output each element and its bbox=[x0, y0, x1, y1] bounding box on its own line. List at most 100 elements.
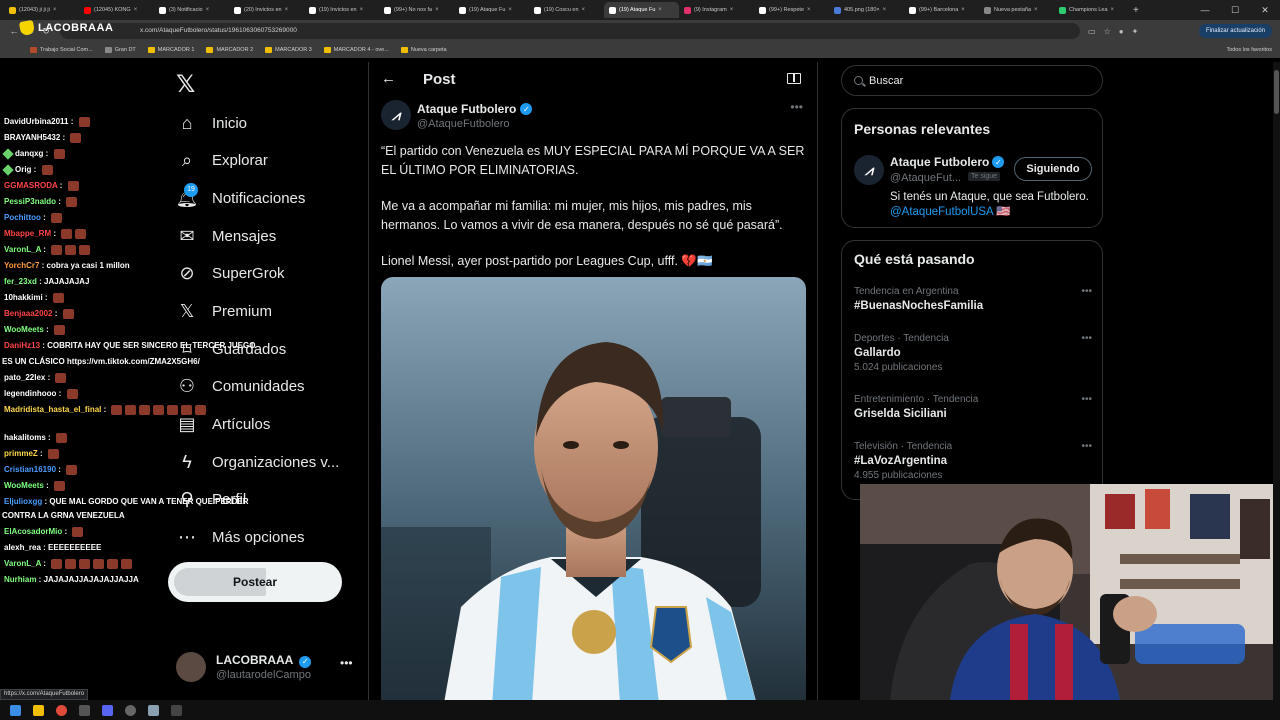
new-tab-button[interactable]: + bbox=[1133, 5, 1139, 16]
close-tab-icon[interactable]: × bbox=[730, 7, 734, 13]
bookmark-item[interactable]: Trabajo Social Com... bbox=[30, 47, 93, 53]
discord-icon[interactable] bbox=[102, 704, 113, 716]
x-logo-icon[interactable]: 𝕏 bbox=[176, 70, 195, 99]
more-icon[interactable]: ••• bbox=[790, 100, 803, 114]
bookmark-item[interactable]: Nueva carpeta bbox=[400, 47, 447, 53]
bio-link[interactable]: @AtaqueFutbolUSA bbox=[890, 206, 993, 218]
chat-username[interactable]: Nurhiam bbox=[4, 575, 36, 584]
close-tab-icon[interactable]: × bbox=[883, 7, 887, 13]
app-icon[interactable] bbox=[79, 704, 90, 716]
browser-tab[interactable]: (19) Ataque Fu × bbox=[604, 2, 679, 18]
puzzle-icon[interactable]: ✦ bbox=[1132, 27, 1139, 36]
more-icon[interactable]: ••• bbox=[1081, 333, 1092, 344]
browser-tab[interactable]: (99+) No nos fa × bbox=[379, 2, 454, 18]
browser-tab[interactable]: Nueva pestaña × bbox=[979, 2, 1054, 18]
browser-tab[interactable]: (12043) ji ji ji × bbox=[4, 2, 79, 18]
bookmark-item[interactable]: MARCADOR 4 - ove... bbox=[323, 47, 389, 53]
chat-username[interactable]: legendinhooo bbox=[4, 389, 56, 398]
windows-start-icon[interactable] bbox=[10, 704, 21, 716]
browser-tab[interactable]: (19) Invictos en × bbox=[304, 2, 379, 18]
chat-username[interactable]: Orig bbox=[15, 165, 31, 174]
browser-tab[interactable]: (12045) KONG × bbox=[79, 2, 154, 18]
trend-item[interactable]: Tendencia en Argentina #BuenasNochesFamil… bbox=[854, 286, 1092, 312]
close-tab-icon[interactable]: × bbox=[285, 7, 289, 13]
chat-username[interactable]: alexh_rea bbox=[4, 543, 41, 552]
browser-tab[interactable]: 405.png (180× × bbox=[829, 2, 904, 18]
close-tab-icon[interactable]: × bbox=[807, 7, 811, 13]
close-tab-icon[interactable]: × bbox=[53, 7, 57, 13]
more-icon[interactable]: ••• bbox=[1081, 394, 1092, 405]
relevant-handle[interactable]: @AtaqueFut... bbox=[890, 172, 961, 184]
chat-username[interactable]: GGMASRODA bbox=[4, 181, 57, 190]
trend-item[interactable]: Deportes · Tendencia Gallardo 5.024 public… bbox=[854, 333, 1092, 373]
extension-icon[interactable]: ● bbox=[1119, 27, 1124, 36]
close-tab-icon[interactable]: × bbox=[206, 7, 210, 13]
browser-tab[interactable]: (9) Instagram × bbox=[679, 2, 754, 18]
chat-username[interactable]: VaronL_A bbox=[4, 559, 41, 568]
chat-username[interactable]: WooMeets bbox=[4, 325, 44, 334]
browser-tab[interactable]: (99+) Respete × bbox=[754, 2, 829, 18]
chat-username[interactable]: danqxg bbox=[15, 149, 43, 158]
relevant-name[interactable]: Ataque Futbolero ✓ bbox=[890, 155, 1005, 169]
trend-item[interactable]: Televisión · Tendencia #LaVozArgentina 4.9… bbox=[854, 441, 1092, 481]
close-tab-icon[interactable]: × bbox=[134, 7, 138, 13]
relevant-avatar[interactable]: ⩘ bbox=[854, 155, 884, 185]
browser-tab[interactable]: (19) Coscu en × bbox=[529, 2, 604, 18]
author-avatar[interactable]: ⩘ bbox=[381, 100, 411, 130]
following-button[interactable]: Siguiendo bbox=[1014, 157, 1092, 181]
browser-tab[interactable]: (20) Invictos en × bbox=[229, 2, 304, 18]
chat-username[interactable]: Pochittoo bbox=[4, 213, 41, 222]
chat-username[interactable]: BRAYANH5432 bbox=[4, 133, 60, 142]
post-image[interactable] bbox=[381, 277, 806, 720]
close-window-button[interactable]: ✕ bbox=[1250, 0, 1280, 20]
browser-tab[interactable]: (3) Notificacio × bbox=[154, 2, 229, 18]
chat-username[interactable]: Cristian16190 bbox=[4, 465, 56, 474]
search-input[interactable]: Buscar bbox=[841, 65, 1103, 96]
maximize-button[interactable]: ☐ bbox=[1220, 0, 1250, 20]
chrome-icon[interactable] bbox=[56, 704, 67, 716]
chat-username[interactable]: pato_22lex bbox=[4, 373, 45, 382]
more-icon[interactable]: ••• bbox=[1081, 441, 1092, 452]
star-icon[interactable]: ☆ bbox=[1104, 27, 1111, 36]
chat-username[interactable]: DavidUrbina2011 bbox=[4, 117, 68, 126]
obs-icon[interactable] bbox=[125, 704, 136, 716]
reader-icon[interactable] bbox=[787, 73, 801, 84]
chat-username[interactable]: VaronL_A bbox=[4, 245, 41, 254]
close-tab-icon[interactable]: × bbox=[435, 7, 439, 13]
browser-tab[interactable]: (19) Ataque Fu × bbox=[454, 2, 529, 18]
chat-username[interactable]: 10hakkimi bbox=[4, 293, 43, 302]
chat-username[interactable]: primmeZ bbox=[4, 449, 38, 458]
more-icon[interactable]: ••• bbox=[340, 656, 353, 670]
chat-username[interactable]: Eljulioxgg bbox=[4, 497, 42, 506]
close-tab-icon[interactable]: × bbox=[961, 7, 965, 13]
chat-username[interactable]: PessiP3naldo bbox=[4, 197, 56, 206]
close-tab-icon[interactable]: × bbox=[508, 7, 512, 13]
update-button[interactable]: Finalizar actualización bbox=[1198, 24, 1272, 38]
author-name[interactable]: Ataque Futbolero ✓ bbox=[417, 102, 533, 116]
url-input[interactable]: x.com/AtaqueFutbolero/status/19610630607… bbox=[60, 23, 1080, 39]
close-tab-icon[interactable]: × bbox=[1034, 7, 1038, 13]
bookmark-item[interactable]: MARCADOR 2 bbox=[206, 47, 253, 53]
chat-username[interactable]: YorchCr7 bbox=[4, 261, 39, 270]
close-tab-icon[interactable]: × bbox=[360, 7, 364, 13]
chat-username[interactable]: fer_23xd bbox=[4, 277, 37, 286]
scrollbar-thumb[interactable] bbox=[1274, 70, 1279, 114]
app-icon[interactable] bbox=[171, 704, 182, 716]
account-switcher[interactable]: LACOBRAAA ✓ @lautarodelCampo ••• bbox=[176, 650, 356, 684]
all-bookmarks-link[interactable]: Todos los favoritos bbox=[1226, 42, 1272, 58]
more-icon[interactable]: ••• bbox=[1081, 286, 1092, 297]
chat-username[interactable]: DaniHz13 bbox=[4, 341, 40, 350]
chat-username[interactable]: Madridista_hasta_el_final bbox=[4, 405, 101, 414]
back-arrow-icon[interactable]: ← bbox=[381, 70, 396, 87]
close-tab-icon[interactable]: × bbox=[658, 7, 662, 13]
bookmark-item[interactable]: MARCADOR 1 bbox=[147, 47, 194, 53]
close-tab-icon[interactable]: × bbox=[1111, 7, 1115, 13]
bookmark-item[interactable]: MARCADOR 3 bbox=[265, 47, 312, 53]
chat-username[interactable]: Benjaaa2002 bbox=[4, 309, 52, 318]
author-handle[interactable]: @AtaqueFutbolero bbox=[417, 118, 510, 130]
chat-username[interactable]: hakalitoms bbox=[4, 433, 46, 442]
browser-tab[interactable]: (99+) Barcelona × bbox=[904, 2, 979, 18]
page-scrollbar[interactable] bbox=[1273, 62, 1280, 700]
chat-username[interactable]: WooMeets bbox=[4, 481, 44, 490]
cast-icon[interactable]: ▭ bbox=[1088, 27, 1096, 36]
